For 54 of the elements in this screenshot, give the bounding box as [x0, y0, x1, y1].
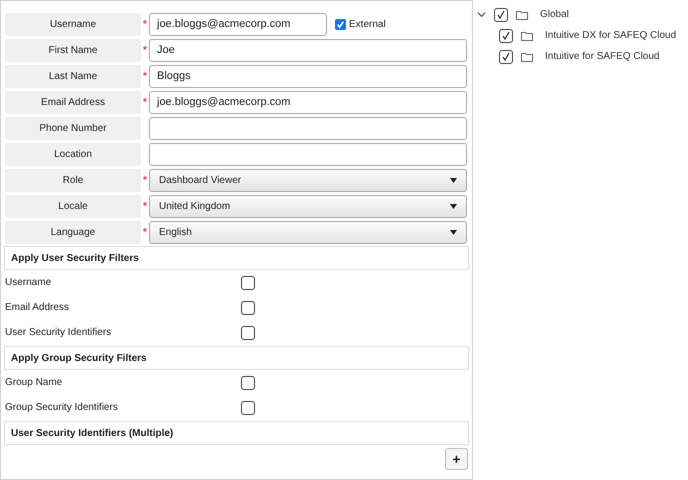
filter-label: Group Name	[4, 376, 64, 390]
field-label: Username	[5, 12, 141, 36]
chevron-icon[interactable]	[477, 10, 486, 19]
required-mark: *	[142, 18, 148, 30]
caret-icon	[450, 204, 457, 208]
text-field[interactable]	[149, 116, 467, 140]
folder-icon	[516, 10, 528, 20]
section-header: Apply Group Security Filters	[4, 346, 469, 370]
checkbox[interactable]	[241, 376, 255, 390]
field-label: Last Name	[5, 64, 141, 88]
filter-label: Username	[4, 276, 52, 290]
checkbox[interactable]	[241, 300, 255, 314]
caret-icon	[450, 230, 457, 234]
section-header: Apply User Security Filters	[4, 246, 469, 270]
checkbox[interactable]	[241, 276, 255, 290]
filter-label: Group Security Identifiers	[4, 401, 119, 415]
section-header: User Security Identifiers (Multiple)	[4, 421, 469, 445]
checkbox[interactable]	[499, 50, 513, 64]
field-label: Language	[5, 220, 141, 244]
checkbox-label[interactable]: External	[349, 16, 386, 32]
folder-icon	[521, 30, 533, 40]
field-label: Location	[5, 142, 141, 166]
checkbox[interactable]	[499, 28, 513, 42]
filter-label: Email Address	[4, 301, 70, 315]
checkbox[interactable]	[335, 18, 346, 30]
folder-icon	[521, 52, 533, 62]
caret-icon	[450, 178, 457, 182]
tree-item-label[interactable]: Intuitive DX for SAFEQ Cloud	[545, 28, 676, 43]
checkbox[interactable]	[241, 400, 255, 414]
required-mark: *	[142, 96, 148, 108]
required-mark: *	[142, 200, 148, 212]
required-mark: *	[142, 226, 148, 238]
tree-item-label[interactable]: Intuitive for SAFEQ Cloud	[545, 49, 660, 64]
text-field[interactable]: joe.bloggs@acmecorp.com	[149, 12, 327, 36]
dropdown[interactable]: Dashboard Viewer	[149, 168, 467, 192]
tree-item-label[interactable]: Global	[540, 7, 569, 22]
text-field[interactable]	[149, 142, 467, 166]
text-field[interactable]: Bloggs	[149, 64, 467, 88]
text-field[interactable]: Joe	[149, 38, 467, 62]
required-mark: *	[142, 70, 148, 82]
field-label: Email Address	[5, 90, 141, 114]
dropdown[interactable]: United Kingdom	[149, 194, 467, 218]
filter-label: User Security Identifiers	[4, 326, 112, 340]
field-label: Phone Number	[5, 116, 141, 140]
dropdown[interactable]: English	[149, 220, 467, 244]
checkbox[interactable]	[241, 326, 255, 340]
text-field[interactable]: joe.bloggs@acmecorp.com	[149, 90, 467, 114]
add-button[interactable]: +	[445, 448, 468, 470]
checkbox[interactable]	[494, 8, 508, 22]
field-label: First Name	[5, 38, 141, 62]
field-label: Role	[5, 168, 141, 192]
required-mark: *	[142, 44, 148, 56]
field-label: Locale	[5, 194, 141, 218]
required-mark: *	[142, 174, 148, 186]
